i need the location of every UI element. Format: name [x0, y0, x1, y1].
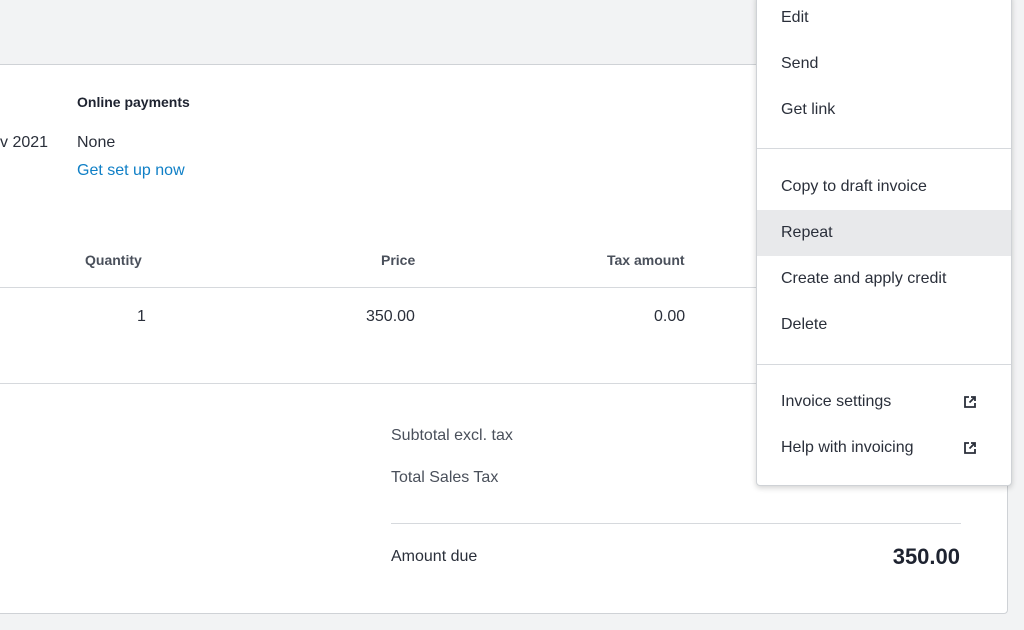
menu-item-label: Edit [781, 9, 809, 26]
online-payments-value: None [77, 134, 116, 151]
amount-due-label: Amount due [391, 548, 478, 565]
menu-item-label: Get link [781, 101, 836, 118]
menu-item-invoice-settings[interactable]: Invoice settings [757, 379, 1011, 425]
invoice-options-menu: Edit Send Get link Copy to draft invoice… [756, 0, 1012, 486]
menu-item-delete[interactable]: Delete [757, 302, 1011, 348]
menu-item-label: Delete [781, 316, 828, 333]
online-payments-heading: Online payments [77, 94, 190, 110]
menu-item-edit[interactable]: Edit [757, 0, 1011, 41]
tax-amount-header: Tax amount [607, 252, 685, 268]
menu-item-repeat[interactable]: Repeat [757, 210, 1011, 256]
menu-item-label: Send [781, 55, 819, 72]
quantity-cell: 1 [137, 308, 146, 325]
menu-divider [757, 364, 1011, 365]
tax-amount-cell: 0.00 [654, 308, 686, 325]
price-header: Price [381, 252, 416, 268]
amount-due-value: 350.00 [892, 544, 960, 569]
get-set-up-link[interactable]: Get set up now [77, 162, 185, 180]
menu-item-create-credit[interactable]: Create and apply credit [757, 256, 1011, 302]
summary-divider [391, 523, 961, 524]
menu-item-label: Invoice settings [781, 393, 892, 410]
external-link-icon [964, 396, 976, 408]
subtotal-label: Subtotal excl. tax [391, 427, 513, 444]
menu-item-copy-to-draft[interactable]: Copy to draft invoice [757, 164, 1011, 210]
menu-item-help-invoicing[interactable]: Help with invoicing [757, 425, 1011, 471]
menu-item-send[interactable]: Send [757, 41, 1011, 87]
sales-tax-label: Total Sales Tax [391, 469, 499, 486]
menu-item-label: Copy to draft invoice [781, 178, 927, 195]
table-header-divider [0, 287, 760, 288]
external-link-icon [964, 442, 976, 454]
menu-item-label: Help with invoicing [781, 439, 914, 456]
menu-item-label: Repeat [781, 224, 833, 241]
invoice-date-value: v 2021 [0, 134, 49, 151]
menu-item-get-link[interactable]: Get link [757, 87, 1011, 133]
quantity-header: Quantity [85, 252, 142, 268]
price-cell: 350.00 [366, 308, 415, 325]
menu-item-label: Create and apply credit [781, 270, 947, 287]
menu-divider [757, 148, 1011, 149]
